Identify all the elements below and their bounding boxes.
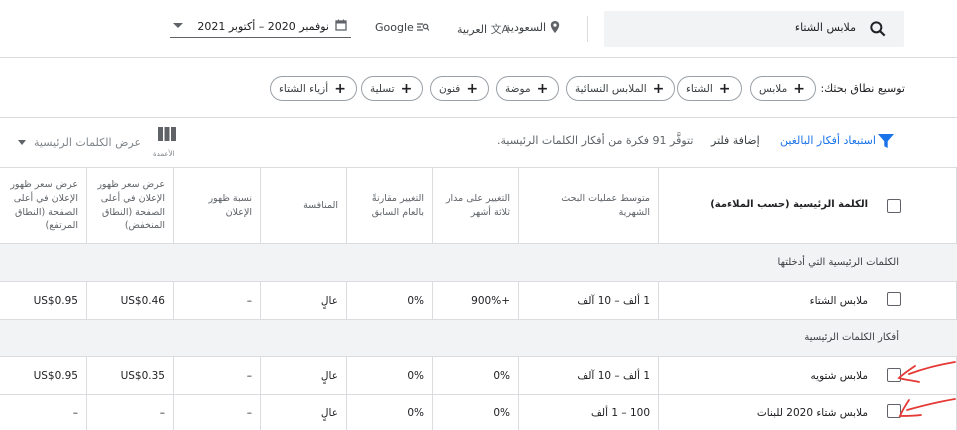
avg-searches-cell: 1 ألف – 10 آلف — [519, 357, 659, 394]
group-keyword-ideas: أفكار الكلمات الرئيسية — [0, 320, 957, 356]
search-icon — [870, 21, 886, 37]
competition-cell: عالٍ — [261, 282, 347, 319]
search-box[interactable]: ملابس الشتاء — [604, 11, 904, 47]
date-range-selector[interactable]: نوفمبر 2020 – أكتوبر 2021 — [170, 14, 351, 38]
plus-icon: + — [466, 80, 479, 97]
plus-icon: + — [793, 80, 805, 97]
ideas-count: تتوفَّر 91 فكرة من أفكار الكلمات الرئيسي… — [497, 134, 694, 147]
columns-label: الأعمدة — [153, 150, 175, 158]
bid-high-cell: US$0.95 — [0, 282, 87, 319]
yoy-cell: 0% — [347, 282, 433, 319]
three-month-cell: 0% — [433, 395, 519, 430]
header-bid-high[interactable]: عرض سعر ظهور الإعلان في أعلى الصفحة (الن… — [0, 168, 87, 243]
avg-searches-cell: 1 ألف – 10 آلف — [519, 282, 659, 319]
header-three-month-change[interactable]: التغيير على مدار ثلاثة أشهر — [433, 168, 519, 243]
chip-clothes[interactable]: + ملابس — [750, 76, 816, 101]
section-divider — [0, 117, 957, 118]
chip-label: الملابس النسائية — [575, 82, 647, 95]
header-bid-low[interactable]: عرض سعر ظهور الإعلان في أعلى الصفحة (الن… — [87, 168, 174, 243]
chip-label: موضة — [505, 82, 531, 95]
chip-label: أزياء الشتاء — [279, 82, 329, 95]
three-month-cell: 0% — [433, 357, 519, 394]
add-filter-button[interactable]: إضافة فلتر — [711, 134, 760, 147]
language-selector[interactable]: 文A العربية — [457, 21, 509, 37]
plus-icon: + — [652, 80, 665, 97]
bid-low-cell: US$0.35 — [87, 357, 174, 394]
chip-label: ملابس — [759, 82, 788, 95]
competition-cell: عالٍ — [261, 357, 347, 394]
chip-entertainment[interactable]: + تسلية — [361, 76, 424, 101]
group-label: أفكار الكلمات الرئيسية — [804, 332, 899, 343]
network-label: Google — [375, 21, 414, 34]
header-competition[interactable]: المنافسة — [261, 168, 347, 243]
search-network-icon — [417, 23, 430, 31]
plus-icon: + — [718, 80, 731, 97]
language-label: العربية — [457, 23, 488, 36]
impression-share-cell: – — [174, 282, 261, 319]
group-label: الكلمات الرئيسية التي أدخلتها — [777, 257, 899, 268]
top-bar: ملابس الشتاء السعودية 文A العربية Google … — [0, 0, 957, 58]
yoy-cell: 0% — [347, 357, 433, 394]
calendar-icon — [335, 19, 347, 31]
group-provided-keywords: الكلمات الرئيسية التي أدخلتها — [0, 244, 957, 281]
annotation-arrow — [898, 398, 956, 417]
filter-icon[interactable] — [877, 133, 895, 149]
keyword-view-dropdown[interactable]: عرض الكلمات الرئيسية — [34, 136, 141, 149]
broaden-label: توسيع نطاق بحثك: — [820, 82, 905, 95]
impression-share-cell: – — [174, 395, 261, 430]
chevron-down-icon — [173, 23, 183, 28]
chip-label: فنون — [439, 82, 461, 95]
keyword-cell[interactable]: ملابس الشتاء — [659, 282, 957, 319]
location-label: السعودية — [505, 21, 547, 34]
plus-icon: + — [536, 80, 549, 97]
bid-high-cell: US$0.95 — [0, 357, 87, 394]
header-impression-share[interactable]: نسبة ظهور الإعلان — [174, 168, 261, 243]
chip-label: الشتاء — [686, 82, 713, 95]
select-all-checkbox[interactable] — [887, 199, 901, 213]
translate-icon: 文A — [490, 23, 510, 36]
header-keyword[interactable]: الكلمة الرئيسية (حسب الملاءمة) — [659, 168, 957, 243]
chip-womens-clothes[interactable]: + الملابس النسائية — [566, 76, 676, 101]
chevron-down-icon[interactable] — [18, 140, 26, 145]
bid-high-cell: – — [0, 395, 87, 430]
bid-low-cell: – — [87, 395, 174, 430]
search-input[interactable]: ملابس الشتاء — [795, 21, 856, 34]
bid-low-cell: US$0.46 — [87, 282, 174, 319]
location-pin-icon — [550, 21, 559, 33]
chip-winter-fashion[interactable]: + أزياء الشتاء — [270, 76, 357, 101]
impression-share-cell: – — [174, 357, 261, 394]
date-range-label: نوفمبر 2020 – أكتوبر 2021 — [197, 20, 329, 33]
chip-arts[interactable]: + فنون — [430, 76, 490, 101]
columns-icon[interactable] — [158, 127, 176, 141]
annotation-arrow — [897, 361, 956, 383]
top-divider — [587, 16, 588, 42]
header-avg-searches[interactable]: متوسط عمليات البحث الشهرية — [519, 168, 659, 243]
network-selector[interactable]: Google — [375, 21, 430, 34]
exclude-adult-link[interactable]: استبعاد أفكار البالغين — [780, 134, 876, 147]
location-selector[interactable]: السعودية — [505, 21, 560, 34]
plus-icon: + — [334, 80, 346, 97]
avg-searches-cell: 100 – 1 ألف — [519, 395, 659, 430]
yoy-cell: 0% — [347, 395, 433, 430]
chip-label: تسلية — [370, 82, 395, 95]
header-yoy-change[interactable]: التغيير مقارنةً بالعام السابق — [347, 168, 433, 243]
chip-fashion[interactable]: + موضة — [496, 76, 560, 101]
three-month-cell: +900% — [433, 282, 519, 319]
plus-icon: + — [400, 80, 413, 97]
chip-winter[interactable]: + الشتاء — [677, 76, 742, 101]
competition-cell: عالٍ — [261, 395, 347, 430]
